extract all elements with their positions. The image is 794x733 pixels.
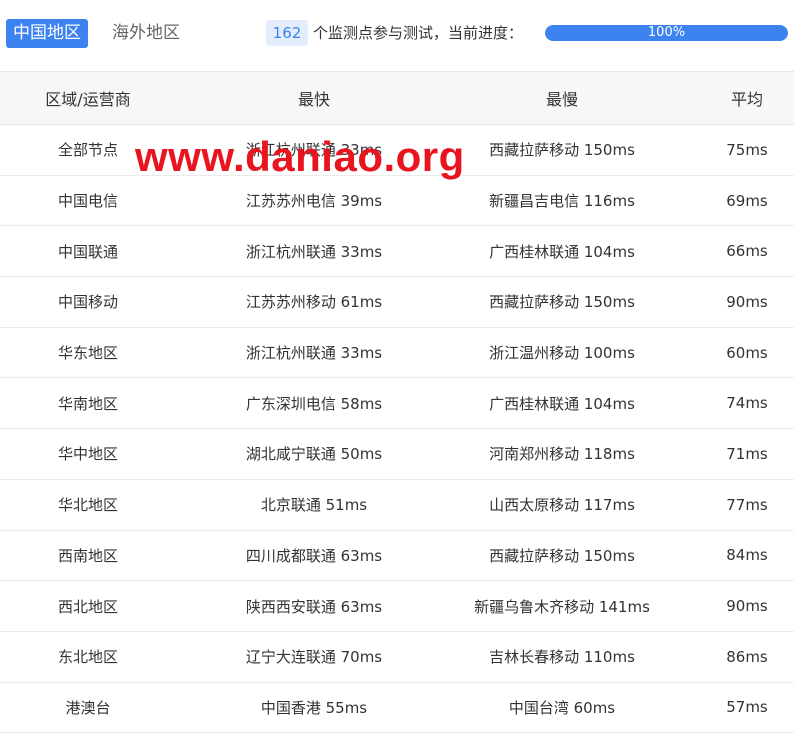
slowest-cell: 山西太原移动 117ms (489, 496, 635, 515)
monitor-status-text: 个监测点参与测试，当前进度： (313, 24, 524, 42)
fastest-cell: 四川成都联通 63ms (245, 546, 383, 565)
table-row: 华东地区 浙江杭州联通 33ms 浙江温州移动 100ms 60ms (0, 328, 794, 379)
table-row: 东北地区 辽宁大连联通 70ms 吉林长春移动 110ms 86ms (0, 632, 794, 683)
slowest-cell: 吉林长春移动 110ms (489, 648, 635, 667)
fastest-cell: 江苏苏州电信 39ms (245, 192, 383, 211)
average-cell: 60ms (726, 343, 768, 362)
slowest-cell: 西藏拉萨移动 150ms (489, 141, 635, 160)
region-cell: 西北地区 (57, 597, 118, 616)
table-row: 华北地区 北京联通 51ms 山西太原移动 117ms 77ms (0, 480, 794, 531)
region-cell: 中国联通 (57, 242, 118, 261)
average-cell: 75ms (726, 140, 768, 159)
region-cell: 华中地区 (57, 445, 118, 464)
results-table: 区域/运营商 最快 最慢 平均 全部节点 浙江杭州联通 33ms 西藏拉萨移动 15… (0, 71, 794, 733)
table-row: 中国联通 浙江杭州联通 33ms 广西桂林联通 104ms 66ms (0, 226, 794, 278)
header-fastest: 最快 (297, 90, 330, 109)
table-row: 港澳台 中国香港 55ms 中国台湾 60ms 57ms (0, 683, 794, 733)
region-cell: 西南地区 (57, 546, 118, 565)
table-body: 全部节点 浙江杭州联通 33ms 西藏拉萨移动 150ms 75ms 中国电信 江苏苏州电… (0, 125, 794, 733)
fastest-cell: 江苏苏州移动 61ms (245, 293, 383, 312)
table-row: 中国电信 江苏苏州电信 39ms 新疆昌吉电信 116ms 69ms (0, 176, 794, 227)
fastest-cell: 北京联通 51ms (260, 496, 368, 515)
region-cell: 华东地区 (57, 344, 118, 363)
tab-china-region[interactable]: 中国地区 (6, 19, 88, 48)
average-cell: 74ms (726, 394, 768, 413)
average-cell: 90ms (726, 292, 768, 311)
fastest-cell: 广东深圳电信 58ms (245, 394, 383, 413)
header-region: 区域/运营商 (45, 90, 131, 109)
table-row: 全部节点 浙江杭州联通 33ms 西藏拉萨移动 150ms 75ms (0, 125, 794, 176)
slowest-cell: 西藏拉萨移动 150ms (489, 546, 635, 565)
progress-label: 100% (647, 25, 686, 40)
table-row: 西北地区 陕西西安联通 63ms 新疆乌鲁木齐移动 141ms 90ms (0, 581, 794, 632)
top-bar: 中国地区 海外地区 162 个监测点参与测试，当前进度： 100% (0, 0, 794, 70)
slowest-cell: 新疆昌吉电信 116ms (489, 192, 635, 211)
average-cell: 69ms (726, 191, 768, 210)
region-cell: 全部节点 (57, 141, 118, 160)
average-cell: 66ms (726, 242, 768, 261)
monitor-count-badge: 162 (266, 20, 308, 46)
fastest-cell: 湖北咸宁联通 50ms (245, 445, 383, 464)
fastest-cell: 中国香港 55ms (260, 698, 368, 717)
fastest-cell: 浙江杭州联通 33ms (245, 242, 383, 261)
fastest-cell: 陕西西安联通 63ms (245, 597, 383, 616)
table-row: 华南地区 广东深圳电信 58ms 广西桂林联通 104ms 74ms (0, 378, 794, 430)
progress-bar: 100% (545, 25, 788, 41)
average-cell: 90ms (726, 597, 768, 616)
region-cell: 华南地区 (57, 394, 118, 413)
fastest-cell: 浙江杭州联通 33ms (245, 344, 383, 363)
average-cell: 86ms (726, 647, 768, 666)
table-row: 华中地区 湖北咸宁联通 50ms 河南郑州移动 118ms 71ms (0, 429, 794, 480)
slowest-cell: 西藏拉萨移动 150ms (489, 293, 635, 312)
table-row: 中国移动 江苏苏州移动 61ms 西藏拉萨移动 150ms 90ms (0, 277, 794, 328)
slowest-cell: 浙江温州移动 100ms (489, 344, 635, 363)
slowest-cell: 广西桂林联通 104ms (489, 394, 635, 413)
header-average: 平均 (730, 90, 763, 109)
average-cell: 71ms (726, 444, 768, 463)
region-cell: 中国移动 (57, 293, 118, 312)
slowest-cell: 新疆乌鲁木齐移动 141ms (474, 597, 650, 616)
slowest-cell: 广西桂林联通 104ms (489, 242, 635, 261)
slowest-cell: 中国台湾 60ms (508, 698, 616, 717)
fastest-cell: 辽宁大连联通 70ms (245, 648, 383, 667)
header-slowest: 最慢 (545, 90, 578, 109)
average-cell: 57ms (726, 698, 768, 717)
table-row: 西南地区 四川成都联通 63ms 西藏拉萨移动 150ms 84ms (0, 531, 794, 582)
fastest-cell: 浙江杭州联通 33ms (245, 141, 383, 160)
average-cell: 84ms (726, 546, 768, 565)
tab-overseas-region[interactable]: 海外地区 (112, 19, 180, 48)
table-header: 区域/运营商 最快 最慢 平均 (0, 71, 794, 125)
slowest-cell: 河南郑州移动 118ms (489, 445, 635, 464)
region-cell: 东北地区 (57, 648, 118, 667)
region-cell: 中国电信 (57, 192, 118, 211)
average-cell: 77ms (726, 495, 768, 514)
region-cell: 华北地区 (57, 496, 118, 515)
region-cell: 港澳台 (65, 698, 111, 717)
